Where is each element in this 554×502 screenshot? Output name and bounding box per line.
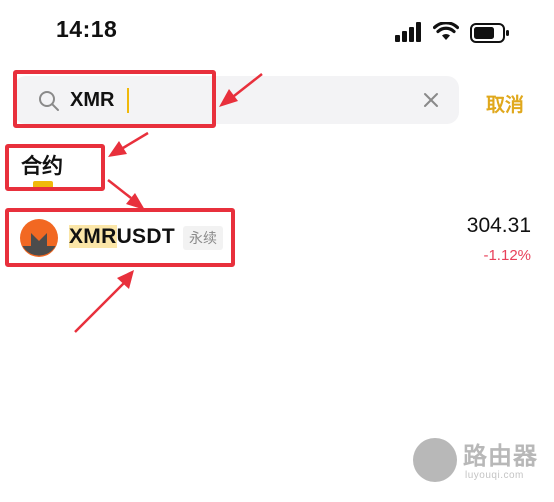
text-caret — [127, 88, 129, 113]
result-symbol: XMRUSDT — [69, 225, 175, 249]
arrow-to-section-icon — [108, 131, 149, 157]
battery-icon — [470, 23, 509, 43]
watermark-url: luyouqi.com — [465, 470, 524, 481]
arrow-up-to-result-icon — [74, 270, 134, 333]
status-time: 14:18 — [56, 16, 118, 42]
search-query-text[interactable]: XMR — [70, 89, 114, 112]
result-price: 304.31 — [466, 214, 531, 237]
watermark-text: 路由器 — [463, 443, 538, 470]
signal-icon — [395, 22, 421, 42]
perpetual-tag: 永续 — [183, 226, 223, 250]
watermark-router-icon — [413, 438, 457, 482]
monero-logo-icon — [20, 219, 58, 257]
section-title-underline — [33, 181, 53, 189]
clear-icon[interactable] — [423, 92, 439, 108]
section-title-contracts[interactable]: 合约 — [21, 150, 63, 180]
search-input[interactable]: XMR — [14, 76, 459, 124]
search-icon — [39, 91, 59, 111]
symbol-rest: USDT — [116, 225, 175, 248]
symbol-match-highlight: XMR — [69, 225, 117, 248]
wifi-icon — [433, 22, 459, 40]
result-row-xmrusdt[interactable]: XMRUSDT 永续 304.31 -1.12% — [0, 205, 554, 275]
watermark-logo: 路由器 luyouqi.com — [413, 432, 541, 492]
result-change: -1.12% — [483, 247, 531, 264]
cancel-button[interactable]: 取消 — [486, 90, 524, 117]
